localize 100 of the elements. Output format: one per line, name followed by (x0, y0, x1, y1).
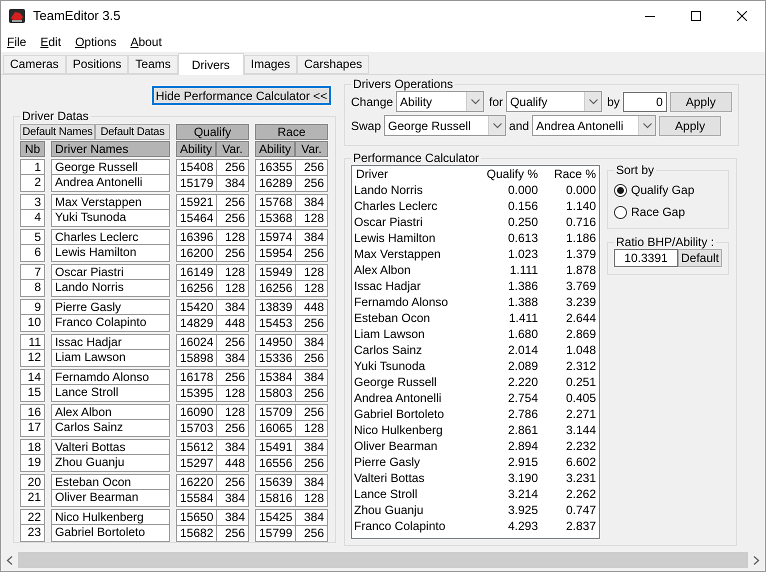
ability-field[interactable]: 15395 (177, 386, 217, 401)
name-field[interactable]: Yuki Tsunoda (52, 210, 169, 225)
ability-field[interactable]: 15408 (177, 160, 217, 175)
name-field[interactable]: Andrea Antonelli (52, 175, 169, 190)
variance-field[interactable]: 256 (217, 160, 248, 175)
variance-field[interactable]: 256 (296, 405, 327, 420)
name-field[interactable]: Gabriel Bortoleto (52, 525, 169, 540)
ability-field[interactable]: 16065 (256, 421, 296, 436)
variance-field[interactable]: 128 (296, 265, 327, 280)
menu-item[interactable]: About (125, 32, 167, 50)
name-field[interactable]: George Russell (52, 160, 169, 175)
variance-field[interactable]: 384 (217, 510, 248, 525)
apply-button[interactable]: Apply (659, 116, 722, 136)
variance-field[interactable]: 448 (217, 456, 248, 471)
ability-field[interactable]: 15816 (256, 491, 296, 506)
default-button[interactable]: Default (678, 249, 722, 267)
name-field[interactable]: Liam Lawson (52, 350, 169, 365)
ability-field[interactable]: 15803 (256, 386, 296, 401)
ratio-field[interactable]: 10.3391 (614, 249, 678, 267)
ability-field[interactable]: 15639 (256, 475, 296, 490)
variance-field[interactable]: 384 (296, 475, 327, 490)
ability-field[interactable]: 16024 (177, 335, 217, 350)
ability-field[interactable]: 16289 (256, 176, 296, 191)
name-field[interactable]: Fernamdo Alonso (52, 370, 169, 385)
variance-field[interactable]: 256 (296, 316, 327, 331)
dropdown[interactable]: George Russell (384, 115, 506, 136)
variance-field[interactable]: 128 (296, 491, 327, 506)
scroll-left-icon[interactable] (6, 556, 13, 564)
variance-field[interactable]: 256 (217, 475, 248, 490)
hide-calculator-button[interactable]: Hide Performance Calculator << (152, 86, 331, 105)
variance-field[interactable]: 128 (217, 386, 248, 401)
ability-field[interactable]: 14950 (256, 335, 296, 350)
variance-field[interactable]: 448 (217, 316, 248, 331)
ability-field[interactable]: 16200 (177, 246, 217, 261)
variance-field[interactable]: 256 (296, 160, 327, 175)
ability-field[interactable]: 15420 (177, 300, 217, 315)
variance-field[interactable]: 256 (217, 421, 248, 436)
ability-field[interactable]: 15368 (256, 211, 296, 226)
default-button[interactable]: Default Names (20, 124, 95, 140)
variance-field[interactable]: 256 (296, 456, 327, 471)
ability-field[interactable]: 15453 (256, 316, 296, 331)
ability-field[interactable]: 13839 (256, 300, 296, 315)
ability-field[interactable]: 15336 (256, 351, 296, 366)
variance-field[interactable]: 256 (217, 195, 248, 210)
variance-field[interactable]: 384 (296, 335, 327, 350)
ability-field[interactable]: 16355 (256, 160, 296, 175)
ability-field[interactable]: 14829 (177, 316, 217, 331)
name-field[interactable]: Oliver Bearman (52, 490, 169, 505)
variance-field[interactable]: 256 (296, 526, 327, 541)
name-field[interactable]: Lewis Hamilton (52, 245, 169, 260)
ability-field[interactable]: 16556 (256, 456, 296, 471)
ability-field[interactable]: 15179 (177, 176, 217, 191)
ability-field[interactable]: 15709 (256, 405, 296, 420)
variance-field[interactable]: 384 (296, 510, 327, 525)
tab[interactable]: Images (244, 55, 298, 74)
name-field[interactable]: Oscar Piastri (52, 265, 169, 280)
ability-field[interactable]: 15612 (177, 440, 217, 455)
radio-option[interactable]: Qualify Gap (614, 179, 722, 201)
ability-field[interactable]: 15768 (256, 195, 296, 210)
variance-field[interactable]: 384 (296, 230, 327, 245)
tab[interactable]: Positions (66, 55, 128, 74)
tab[interactable]: Teams (128, 55, 178, 74)
variance-field[interactable]: 128 (296, 211, 327, 226)
ability-field[interactable]: 15491 (256, 440, 296, 455)
ability-field[interactable]: 15464 (177, 211, 217, 226)
name-field[interactable]: Alex Albon (52, 405, 169, 420)
variance-field[interactable]: 128 (296, 281, 327, 296)
variance-field[interactable]: 128 (217, 405, 248, 420)
dropdown[interactable]: Qualify (506, 91, 602, 112)
name-field[interactable]: Esteban Ocon (52, 475, 169, 490)
scroll-right-icon[interactable] (753, 556, 760, 564)
variance-field[interactable]: 384 (217, 491, 248, 506)
apply-button[interactable]: Apply (670, 92, 732, 112)
name-field[interactable]: Carlos Sainz (52, 420, 169, 435)
ability-field[interactable]: 15898 (177, 351, 217, 366)
variance-field[interactable]: 256 (217, 211, 248, 226)
variance-field[interactable]: 128 (296, 421, 327, 436)
name-field[interactable]: Valteri Bottas (52, 440, 169, 455)
variance-field[interactable]: 256 (217, 526, 248, 541)
name-field[interactable]: Pierre Gasly (52, 300, 169, 315)
ability-field[interactable]: 16396 (177, 230, 217, 245)
variance-field[interactable]: 256 (296, 386, 327, 401)
menu-item[interactable]: Options (70, 32, 122, 50)
ability-field[interactable]: 15650 (177, 510, 217, 525)
name-field[interactable]: Charles Leclerc (52, 230, 169, 245)
ability-field[interactable]: 16149 (177, 265, 217, 280)
name-field[interactable]: Franco Colapinto (52, 315, 169, 330)
variance-field[interactable]: 256 (296, 176, 327, 191)
variance-field[interactable]: 256 (296, 351, 327, 366)
variance-field[interactable]: 384 (296, 370, 327, 385)
dropdown[interactable]: Ability (396, 91, 484, 112)
variance-field[interactable]: 128 (217, 281, 248, 296)
tab[interactable]: Carshapes (297, 55, 370, 74)
variance-field[interactable]: 256 (296, 246, 327, 261)
variance-field[interactable]: 448 (296, 300, 327, 315)
amount-field[interactable]: 0 (622, 92, 667, 112)
radio-option[interactable]: Race Gap (614, 201, 722, 223)
ability-field[interactable]: 15703 (177, 421, 217, 436)
ability-field[interactable]: 16178 (177, 370, 217, 385)
ability-field[interactable]: 15921 (177, 195, 217, 210)
